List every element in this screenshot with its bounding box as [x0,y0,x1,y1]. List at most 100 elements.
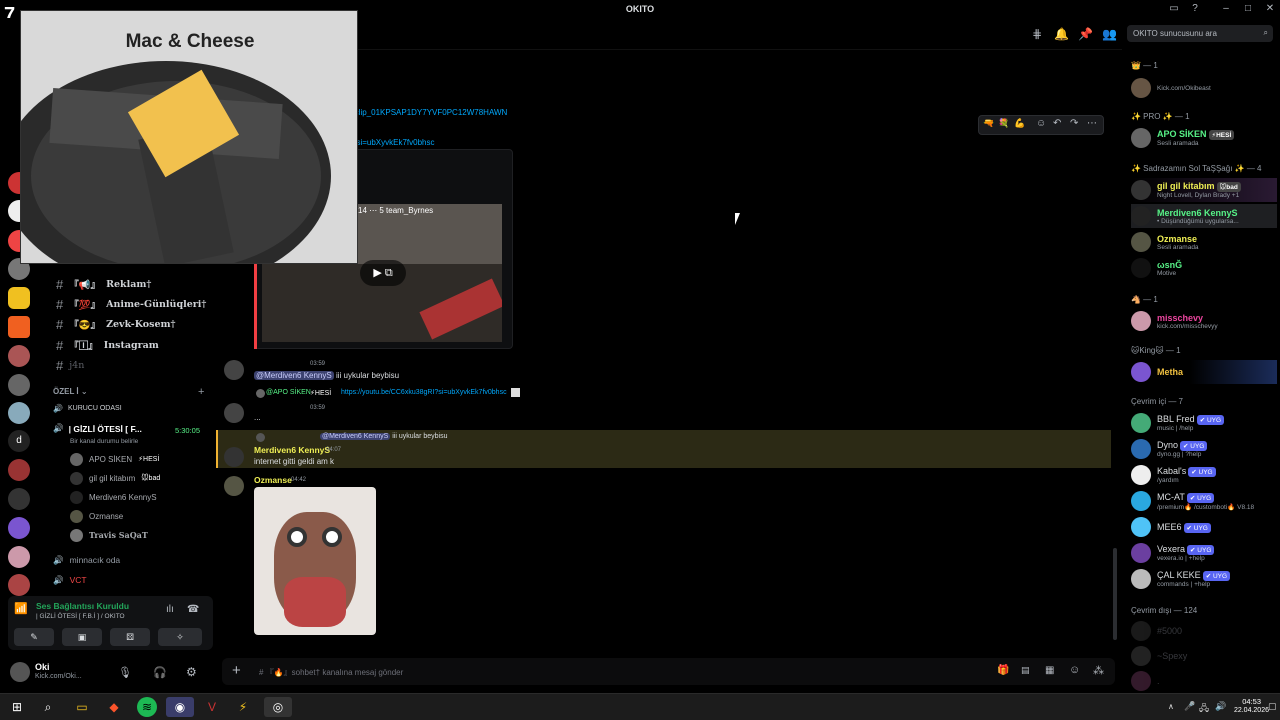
member-item[interactable]: Merdiven6 KennyS • Düşündüğümü uygularsa.… [1131,204,1277,228]
apps-icon[interactable]: ⁂ [1093,664,1104,677]
channel-item-reklam[interactable]: # 『📢』 Reklam† [56,277,151,292]
user-status[interactable]: Kick.com/Oki... [35,673,82,680]
obs-icon[interactable]: ◎ [264,697,292,717]
avatar[interactable] [224,403,244,423]
add-attachment-icon[interactable]: + [232,662,241,679]
pin-icon[interactable]: 📌 [1078,27,1093,41]
message-author[interactable]: Ozmanse [254,475,292,485]
voice-member[interactable]: gil gil kitabım 🐭bad [70,471,160,485]
member-item[interactable]: Kabal's ✔ UYG/yardım [1131,463,1277,487]
member-item[interactable]: Metha [1131,360,1277,384]
disconnect-icon[interactable]: ☎ [187,604,199,615]
mic-tray-icon[interactable]: 🎤 [1184,701,1195,712]
headphones-icon[interactable]: 🎧 [153,666,167,679]
voice-status-text[interactable]: Ses Bağlantısı Kuruldu [36,601,129,611]
reply-author[interactable]: @APO SİKEN [266,389,311,396]
noise-suppression-icon[interactable]: ılı [166,604,174,615]
member-item[interactable]: MC-AT ✔ UYG/premium🔥 /customboti🔥 V8.18 [1131,489,1277,513]
voice-member[interactable]: Ozmanse [70,509,123,523]
avatar[interactable] [224,447,244,467]
file-explorer-icon[interactable]: ▭ [72,697,92,717]
sticker-icon[interactable]: ▦ [1045,665,1054,676]
add-reaction-icon[interactable]: ☺ [1036,118,1046,129]
channel-item-instagram[interactable]: # 『🄸』 Instagram [56,338,159,353]
server-icon[interactable] [8,488,30,510]
bell-icon[interactable]: 🔔 [1054,27,1069,41]
server-icon[interactable] [8,345,30,367]
app-icon[interactable]: ⚡ [233,697,253,717]
reply-preview[interactable]: @Merdiven6 KennyS iii uykular beybisu [320,433,447,440]
avatar[interactable] [10,662,30,682]
voice-channel-name[interactable]: | GİZLİ ÖTESİ [ F.B.İ ] / OKITO [36,613,125,620]
windows-start-icon[interactable]: ⊞ [7,697,27,717]
threads-icon[interactable]: ⋕ [1030,27,1044,41]
reply-link[interactable]: https://youtu.be/CC6xku38gRI?si=ubXyvkEk… [341,389,507,396]
channel-item-j4n[interactable]: # j4n [56,358,84,373]
reply-icon[interactable]: ↶ [1053,118,1061,129]
close-icon[interactable]: ✕ [1264,3,1276,15]
member-item[interactable]: APO SİKEN ⚡HESİ Sesli aramada [1131,126,1277,150]
emoji-icon[interactable]: ☺ [1069,664,1080,676]
category-header[interactable]: ÖZEL İ ⌄ [53,387,88,396]
voice-status[interactable]: Bir kanal durumu belirle [70,438,138,445]
server-icon[interactable] [8,517,30,539]
member-item[interactable]: Vexera ✔ UYG vexera.io | +help [1131,541,1277,565]
settings-gear-icon[interactable]: ⚙ [186,665,197,679]
tray-chevron-icon[interactable]: ∧ [1168,702,1174,711]
voice-channel-minnacik[interactable]: 🔊 minnacık oda [53,555,120,566]
camera-off-button[interactable]: ✎ [14,628,54,646]
reaction-icon[interactable]: 💐 [998,118,1009,129]
member-item[interactable]: ωsnĞ Motive [1131,256,1277,280]
add-channel-icon[interactable]: + [198,386,204,398]
member-item[interactable]: #5000 [1131,619,1277,643]
member-item[interactable]: MEE6 ✔ UYG [1131,515,1277,539]
voice-channel-kurucu[interactable]: 🔊 KURUCU ODASI [53,404,122,413]
avatar[interactable] [224,360,244,380]
notification-icon[interactable]: ▢ [1268,701,1277,712]
maximize-icon[interactable]: □ [1242,3,1254,15]
server-icon[interactable] [8,287,30,309]
brave-browser-icon[interactable]: ◆ [104,697,124,717]
member-item[interactable]: . [1131,669,1277,693]
help-icon[interactable]: ? [1189,3,1201,15]
more-icon[interactable]: ⋯ [1087,118,1097,129]
voice-member[interactable]: APO SİKEN ⚡HESİ [70,452,159,466]
search-input[interactable]: OKITO sunucusunu ara ⌕ [1127,25,1273,42]
voice-member[interactable]: Merdiven6 KennyS [70,490,157,504]
play-button[interactable]: ▶ ⧉ [360,260,406,286]
reaction-icon[interactable]: 🔫 [983,118,994,129]
screen-share-button[interactable]: ▣ [62,628,102,646]
valorant-icon[interactable]: V [202,697,222,717]
gif-icon[interactable]: ▤ [1021,665,1030,676]
channel-item-anime[interactable]: # 『💯』 Anime-Günlüqleri† [56,297,206,312]
server-icon[interactable] [8,402,30,424]
voice-member[interactable]: Travis SaQaT [70,528,148,542]
user-name[interactable]: Oki [35,662,50,672]
member-item[interactable]: misschevy kick.com/misschevyy [1131,309,1277,333]
network-icon[interactable]: 🖧 [1199,701,1209,717]
activities-button[interactable]: ⚄ [110,628,150,646]
member-item[interactable]: ÇAL KEKE ✔ UYG commands | +help [1131,567,1277,591]
voice-channel-vct[interactable]: 🔊 VCT [53,575,87,586]
server-icon[interactable] [8,574,30,596]
server-icon[interactable] [8,459,30,481]
inbox-icon[interactable]: ▭ [1168,3,1180,15]
server-icon[interactable] [8,546,30,568]
member-item[interactable]: Ozmanse Sesli aramada [1131,230,1277,254]
discord-icon[interactable]: ◉ [166,697,194,717]
user-mention[interactable]: @Merdiven6 KennyS [254,371,334,380]
server-icon[interactable] [8,316,30,338]
member-item[interactable]: Kick.com/Okibeast [1131,76,1277,100]
member-item[interactable]: BBL Fred ✔ UYG music | /help [1131,411,1277,435]
minimize-icon[interactable]: – [1220,3,1232,15]
clock-date[interactable]: 22.04.2026 [1219,707,1269,714]
message-image[interactable] [254,487,376,635]
member-list-icon[interactable]: 👥 [1102,27,1117,41]
member-item[interactable]: gil gil kitabım 🐭bad Night Lovell, Dylan B… [1131,178,1277,202]
clock-time[interactable]: 04:53 [1231,697,1261,706]
voice-channel-gizli[interactable]: 🔊 | GİZLİ ÖTESİ [ F... [53,423,142,434]
soundboard-button[interactable]: ✧ [158,628,202,646]
forward-icon[interactable]: ↷ [1070,118,1078,129]
reaction-icon[interactable]: 💪 [1014,118,1025,129]
clip-link[interactable]: ps/clip_01KPSAP1DY7YVF0PC12W78HAWN [344,108,507,117]
